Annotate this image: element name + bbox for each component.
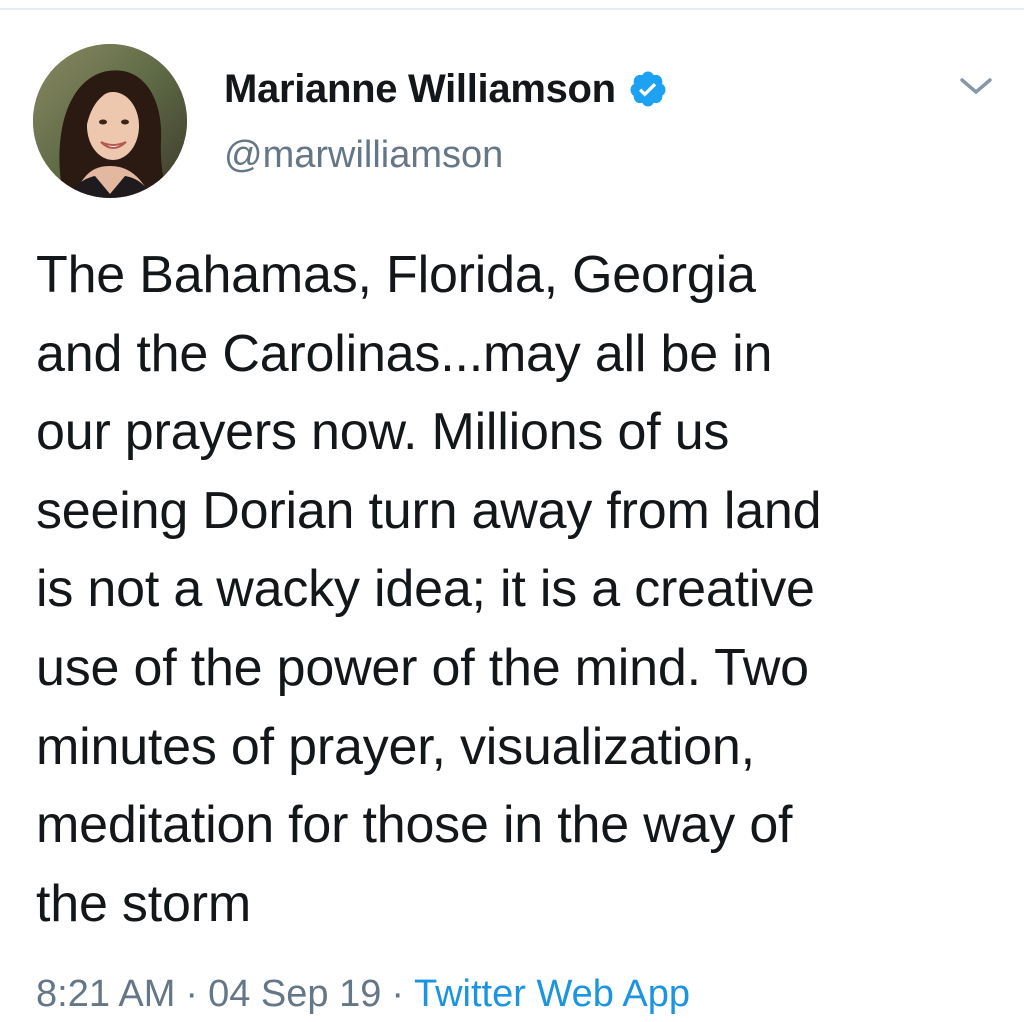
tweet-text-line: minutes of prayer, visualization, [36, 717, 755, 776]
tweet-meta: 8:21 AM · 04 Sep 19 · Twitter Web App [36, 966, 690, 1022]
display-name[interactable]: Marianne Williamson [224, 67, 616, 112]
user-handle[interactable]: @marwilliamson [224, 134, 503, 177]
tweet-text-line: the storm [36, 874, 251, 933]
tweet-text-line: and the Carolinas...may all be in [36, 324, 773, 383]
meta-separator: · [185, 973, 199, 1015]
tweet-text-line: is not a wacky idea; it is a creative [36, 560, 815, 619]
avatar[interactable] [33, 44, 187, 198]
chevron-down-icon[interactable] [956, 70, 996, 102]
meta-separator: · [391, 973, 404, 1015]
tweet-time[interactable]: 8:21 AM [36, 973, 175, 1015]
tweet-card: Marianne Williamson @marwilliamson The B… [0, 0, 1024, 1015]
verified-badge-icon [628, 69, 668, 109]
tweet-text-line: seeing Dorian turn away from land [36, 481, 822, 540]
tweet-source-link[interactable]: Twitter Web App [414, 973, 690, 1015]
tweet-text-line: use of the power of the mind. Two [36, 638, 809, 697]
tweet-text: The Bahamas, Florida, Georgia and the Ca… [36, 236, 1006, 943]
avatar-image [33, 44, 187, 198]
author-name-row[interactable]: Marianne Williamson [224, 64, 668, 114]
tweet-text-line: The Bahamas, Florida, Georgia [36, 246, 756, 304]
tweet-date[interactable]: 04 Sep 19 [208, 973, 381, 1015]
tweet-text-line: meditation for those in the way of [36, 796, 793, 855]
tweet-text-line: our prayers now. Millions of us [36, 403, 730, 462]
